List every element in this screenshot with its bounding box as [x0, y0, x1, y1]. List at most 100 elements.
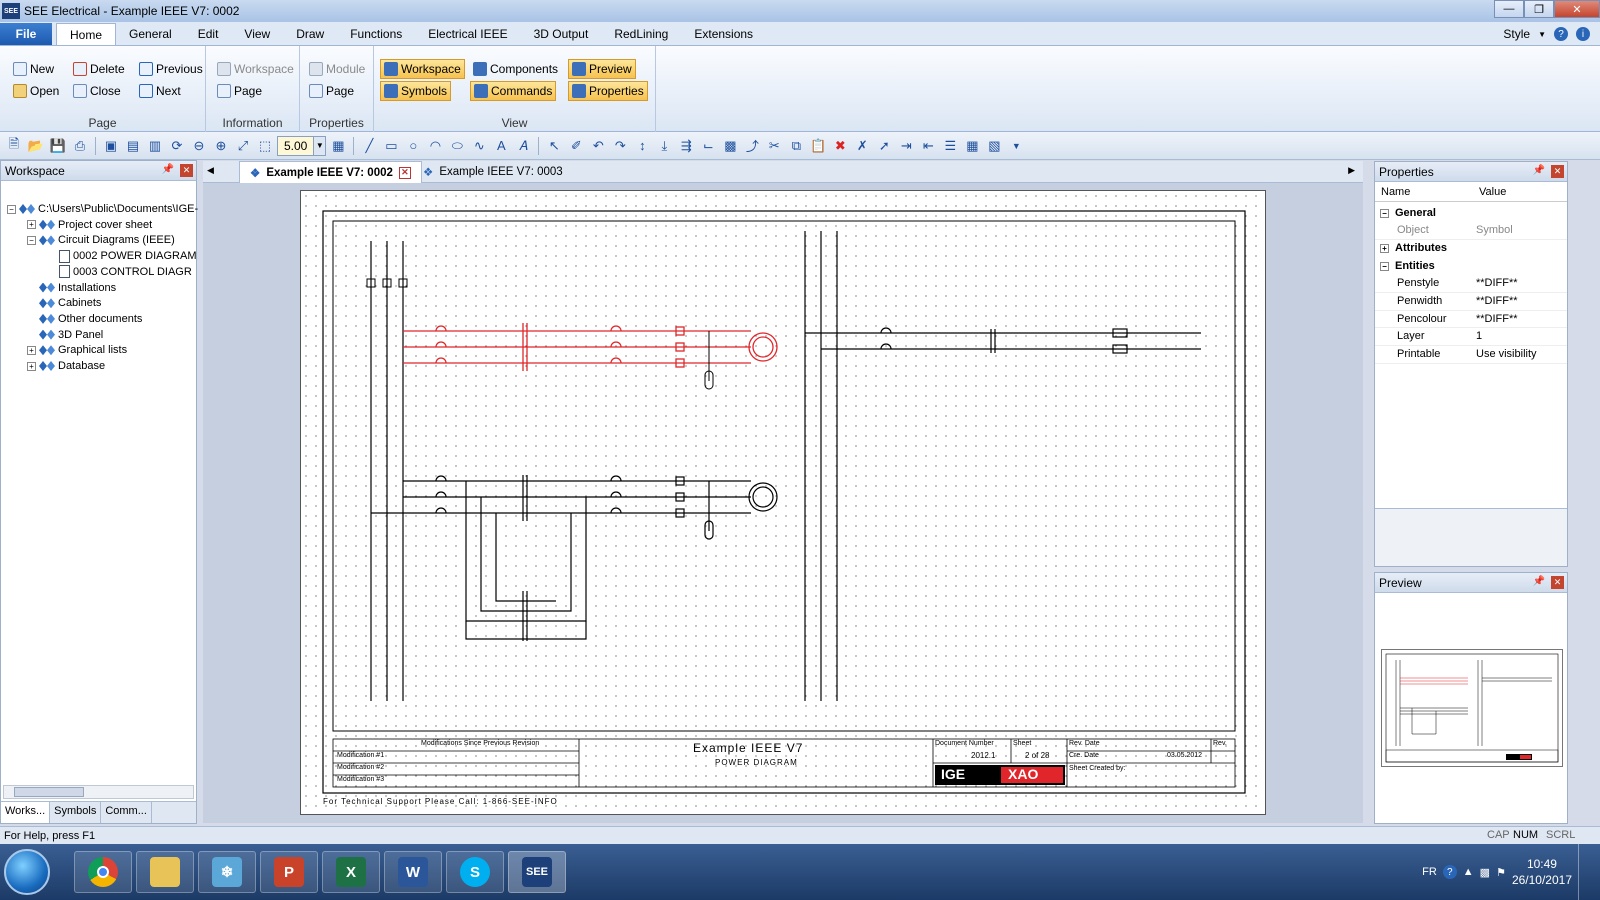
tab-draw[interactable]: Draw — [283, 23, 337, 45]
extend-icon[interactable]: ➚ — [874, 136, 894, 156]
zoom-fit-icon[interactable]: ⤢ — [233, 136, 253, 156]
view-workspace-toggle[interactable]: Workspace — [380, 59, 465, 79]
tree-node[interactable]: + Graphical lists — [27, 342, 127, 358]
page-icon[interactable]: ▣ — [101, 136, 121, 156]
info-workspace-button[interactable]: Workspace — [214, 59, 297, 79]
property-value[interactable]: **DIFF** — [1476, 295, 1518, 307]
horizontal-scrollbar[interactable] — [3, 785, 194, 799]
next-button[interactable]: Next — [136, 81, 184, 101]
property-row[interactable]: Object Symbol — [1375, 222, 1567, 240]
view-components-toggle[interactable]: Components — [470, 59, 561, 79]
redo-icon[interactable]: ↷ — [610, 136, 630, 156]
prop-module-button[interactable]: Module — [306, 59, 368, 79]
toolbar-options-icon[interactable]: ▼ — [1006, 136, 1026, 156]
close-icon[interactable]: ✕ — [1551, 576, 1564, 589]
tab-functions[interactable]: Functions — [337, 23, 415, 45]
tree-node[interactable]: Cabinets — [27, 295, 101, 311]
pin-icon[interactable]: 📌 — [1533, 576, 1545, 587]
rectangle-icon[interactable]: ▭ — [381, 136, 401, 156]
save-icon[interactable]: 💾 — [48, 136, 68, 156]
scroll-left-icon[interactable]: ◀ — [207, 165, 214, 176]
dimension-icon[interactable]: ↕ — [632, 136, 652, 156]
arc-icon[interactable]: ◠ — [425, 136, 445, 156]
word-taskbar-icon[interactable]: W — [384, 851, 442, 893]
scrollbar-thumb[interactable] — [14, 787, 84, 797]
property-row[interactable]: Layer 1 — [1375, 328, 1567, 346]
minimize-button[interactable]: — — [1494, 0, 1524, 18]
property-section[interactable]: − General — [1375, 204, 1567, 222]
tab-view[interactable]: View — [231, 23, 283, 45]
network-tray-icon[interactable]: ▩ — [1480, 866, 1490, 879]
undo-icon[interactable]: ↶ — [588, 136, 608, 156]
help-tray-icon[interactable]: ? — [1442, 865, 1457, 879]
tree-node[interactable]: + Database — [27, 358, 105, 374]
style-menu[interactable]: Style — [1503, 27, 1530, 41]
corner-icon[interactable]: ⌙ — [698, 136, 718, 156]
expand-icon[interactable]: + — [1380, 243, 1389, 253]
tree-node[interactable]: 0003 CONTROL DIAGR — [47, 264, 192, 280]
select-icon[interactable]: ↖ — [544, 136, 564, 156]
view-properties-toggle[interactable]: Properties — [568, 81, 648, 101]
tree-node[interactable]: Installations — [27, 280, 116, 296]
close-icon[interactable]: ✕ — [180, 164, 193, 177]
horizontal-dim-icon[interactable]: ⇶ — [676, 136, 696, 156]
restore-button[interactable]: ❐ — [1524, 0, 1554, 18]
help-icon[interactable]: ? — [1554, 27, 1568, 41]
property-value[interactable]: Use visibility — [1476, 348, 1537, 360]
export-icon[interactable]: ▥ — [145, 136, 165, 156]
see-electrical-taskbar-icon[interactable]: SEE — [508, 851, 566, 893]
property-section[interactable]: − Entities — [1375, 257, 1567, 275]
print-icon[interactable]: ⎙ — [70, 136, 90, 156]
property-value[interactable]: Symbol — [1476, 224, 1513, 236]
zoom-in-icon[interactable]: ⊕ — [211, 136, 231, 156]
circle-icon[interactable]: ○ — [403, 136, 423, 156]
pin-icon[interactable]: 📌 — [1533, 165, 1545, 176]
tab-workspace[interactable]: Works... — [1, 802, 51, 823]
copy-icon[interactable]: ⧉ — [786, 136, 806, 156]
prop-page-button[interactable]: Page — [306, 81, 357, 101]
line-icon[interactable]: ╱ — [359, 136, 379, 156]
property-row[interactable]: Penstyle **DIFF** — [1375, 275, 1567, 293]
property-row[interactable]: Printable Use visibility — [1375, 346, 1567, 364]
snap-icon[interactable]: ▦ — [328, 136, 348, 156]
tray-expand-icon[interactable]: ▲ — [1463, 866, 1474, 878]
tree-node[interactable]: Other documents — [27, 311, 142, 327]
file-menu[interactable]: File — [0, 23, 52, 45]
tree-node[interactable]: 0002 POWER DIAGRAM — [47, 248, 196, 264]
close-icon[interactable]: ✕ — [1551, 165, 1564, 178]
expand-icon[interactable]: + — [27, 220, 36, 230]
refresh-icon[interactable]: ⟳ — [167, 136, 187, 156]
tree-node[interactable]: − C:\Users\Public\Documents\IGE- — [7, 201, 198, 217]
ungroup-icon[interactable]: ▧ — [984, 136, 1004, 156]
close-tab-icon[interactable]: ✕ — [398, 166, 411, 179]
tab-symbols[interactable]: Symbols — [50, 802, 102, 823]
tab-home[interactable]: Home — [56, 23, 117, 45]
pages-icon[interactable]: ▤ — [123, 136, 143, 156]
tree-node[interactable]: + Project cover sheet — [27, 217, 152, 233]
tree-node[interactable]: 3D Panel — [27, 327, 103, 343]
view-symbols-toggle[interactable]: Symbols — [380, 81, 452, 101]
cut-icon[interactable]: ✂ — [764, 136, 784, 156]
break-icon[interactable]: ✗ — [852, 136, 872, 156]
previous-button[interactable]: Previous — [136, 59, 206, 79]
property-row[interactable]: Penwidth **DIFF** — [1375, 293, 1567, 311]
info-icon[interactable]: i — [1576, 27, 1590, 41]
flag-tray-icon[interactable]: ⚑ — [1496, 866, 1506, 879]
property-value[interactable]: **DIFF** — [1476, 313, 1518, 325]
style-dropdown-icon[interactable]: ▼ — [1538, 30, 1546, 39]
chevron-down-icon[interactable]: ▼ — [313, 136, 326, 155]
doc-tab-0003[interactable]: ❖ Example IEEE V7: 0003 — [413, 161, 573, 183]
language-indicator[interactable]: FR — [1422, 866, 1437, 878]
tab-3d-output[interactable]: 3D Output — [521, 23, 602, 45]
open-button[interactable]: Open — [10, 81, 62, 101]
tab-edit[interactable]: Edit — [185, 23, 232, 45]
view-preview-toggle[interactable]: Preview — [568, 59, 636, 79]
tab-general[interactable]: General — [116, 23, 185, 45]
delete-button[interactable]: Delete — [70, 59, 128, 79]
excel-taskbar-icon[interactable]: X — [322, 851, 380, 893]
layers-icon[interactable]: ☰ — [940, 136, 960, 156]
preview-thumbnail[interactable] — [1381, 649, 1563, 767]
chrome-taskbar-icon[interactable] — [74, 851, 132, 893]
distribute-icon[interactable]: ⇤ — [918, 136, 938, 156]
expand-icon[interactable]: + — [27, 361, 36, 371]
